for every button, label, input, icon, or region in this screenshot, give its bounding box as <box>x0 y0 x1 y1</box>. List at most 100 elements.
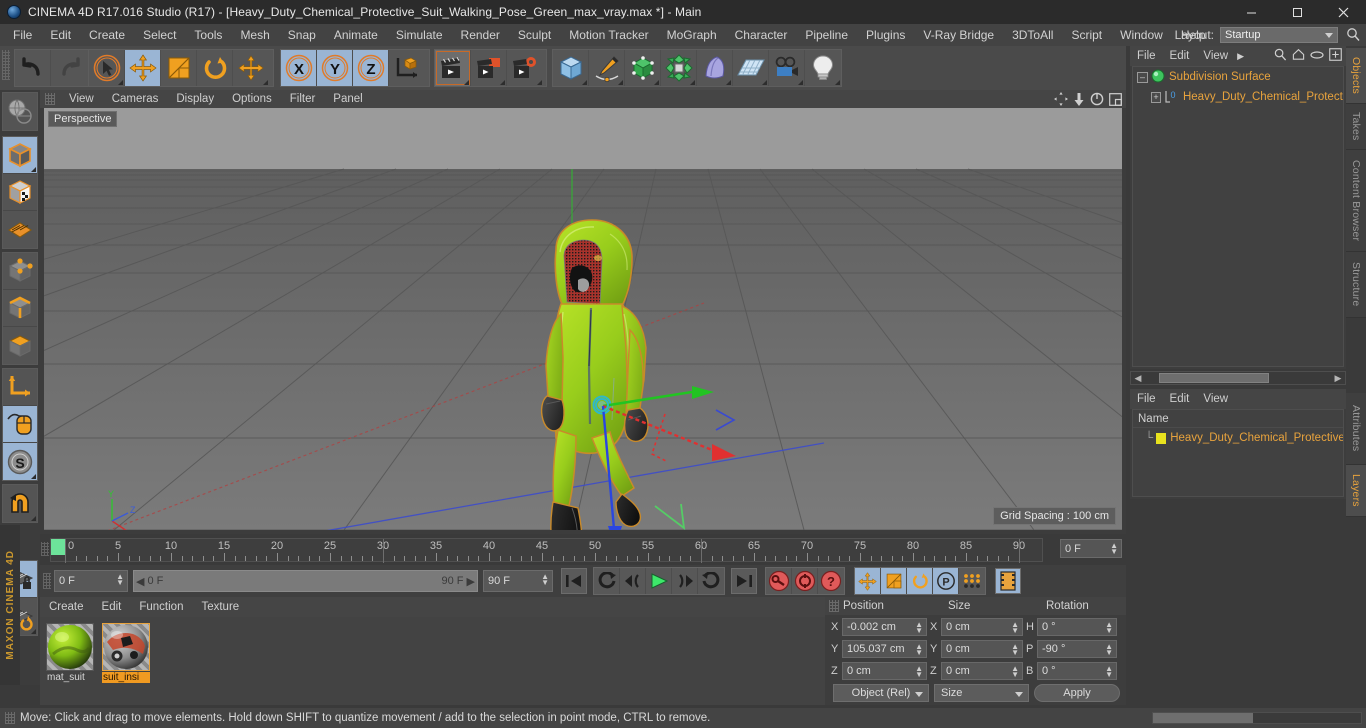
polygon-face-button[interactable] <box>3 327 37 364</box>
menu-character[interactable]: Character <box>726 24 797 46</box>
document-end-field[interactable]: 90 F ▲ ▼ <box>483 570 553 592</box>
menu-mesh[interactable]: Mesh <box>231 24 278 46</box>
point-level-animation-button[interactable] <box>959 568 985 594</box>
axis-x-button[interactable]: X <box>281 50 317 86</box>
menu-motion-tracker[interactable]: Motion Tracker <box>560 24 657 46</box>
object-filter-icon[interactable] <box>1310 49 1324 63</box>
move-tool-button[interactable] <box>125 50 161 86</box>
axis-modify-button[interactable] <box>3 369 37 406</box>
pan-view-icon[interactable] <box>1054 92 1068 109</box>
play-button[interactable] <box>646 568 672 594</box>
tab-attributes[interactable]: Attributes <box>1346 393 1366 465</box>
object-home-icon[interactable] <box>1292 48 1305 64</box>
spinner-icon[interactable]: ▲ ▼ <box>915 665 923 679</box>
layer-menu-edit[interactable]: Edit <box>1163 390 1197 408</box>
object-menu-edit[interactable]: Edit <box>1163 47 1197 65</box>
viewport-menu-options[interactable]: Options <box>223 90 281 108</box>
spinner-icon[interactable]: ▲ ▼ <box>1011 643 1019 657</box>
pos-x-field[interactable]: -0.002 cm ▲ ▼ <box>842 618 927 636</box>
material-item-suit-insi[interactable]: suit_insi <box>102 623 152 699</box>
size-z-field[interactable]: 0 cm ▲ ▼ <box>941 662 1023 680</box>
next-keyframe-button[interactable] <box>698 568 724 594</box>
menu-create[interactable]: Create <box>80 24 134 46</box>
spinner-icon[interactable]: ▲ ▼ <box>1105 665 1113 679</box>
menu-tools[interactable]: Tools <box>185 24 231 46</box>
maximize-view-icon[interactable] <box>1109 92 1122 109</box>
texture-axis-button[interactable] <box>3 93 37 130</box>
status-grip[interactable] <box>5 712 15 724</box>
search-icon[interactable] <box>1346 27 1361 45</box>
move-alt-button[interactable] <box>233 50 269 86</box>
material-item-mat-suit[interactable]: mat_suit <box>46 623 96 699</box>
key-parameter-button[interactable]: P <box>933 568 959 594</box>
menu-script[interactable]: Script <box>1062 24 1111 46</box>
size-y-field[interactable]: 0 cm ▲ ▼ <box>941 640 1023 658</box>
object-row-heavy-duty-suit[interactable]: + 0 Heavy_Duty_Chemical_Protective_ <box>1133 87 1343 107</box>
soft-selection-button[interactable]: S <box>3 443 37 480</box>
tab-objects[interactable]: Objects <box>1346 48 1366 104</box>
rot-p-field[interactable]: -90 ° ▲ ▼ <box>1037 640 1117 658</box>
playbar-grip[interactable] <box>43 573 51 589</box>
apply-button[interactable]: Apply <box>1034 684 1120 702</box>
spinner-icon[interactable]: ▲ ▼ <box>1105 621 1113 635</box>
key-rotation-button[interactable] <box>907 568 933 594</box>
render-region-button[interactable] <box>471 50 507 86</box>
spinner-icon[interactable]: ▲ ▼ <box>541 573 549 587</box>
minimize-button[interactable] <box>1228 0 1274 24</box>
close-button[interactable] <box>1320 0 1366 24</box>
material-menu-edit[interactable]: Edit <box>93 598 131 616</box>
polygon-mode-button[interactable] <box>3 211 37 248</box>
key-scale-button[interactable] <box>881 568 907 594</box>
tab-takes[interactable]: Takes <box>1346 104 1366 150</box>
tab-content-browser[interactable]: Content Browser <box>1346 150 1366 252</box>
coordinate-mode-dropdown[interactable]: Object (Rel) <box>833 684 929 702</box>
menu-select[interactable]: Select <box>134 24 185 46</box>
toolbar-grip[interactable] <box>2 50 10 80</box>
menu-window[interactable]: Window <box>1111 24 1172 46</box>
layer-list[interactable]: Name └ Heavy_Duty_Chemical_Protective_S <box>1132 409 1344 497</box>
render-view-button[interactable] <box>435 50 471 86</box>
spinner-icon[interactable]: ▲ ▼ <box>1011 621 1019 635</box>
menu-animate[interactable]: Animate <box>325 24 387 46</box>
go-to-end-button[interactable] <box>731 568 757 594</box>
range-right-arrow-icon[interactable]: ▶ <box>467 575 475 588</box>
go-to-start-button[interactable] <box>561 568 587 594</box>
object-search-icon[interactable] <box>1274 48 1287 64</box>
range-left-arrow-icon[interactable]: ◀ <box>136 575 144 588</box>
coordinates-grip[interactable] <box>829 600 839 612</box>
keyframe-selection-button[interactable]: ? <box>818 568 844 594</box>
previous-keyframe-button[interactable] <box>594 568 620 594</box>
material-menu-create[interactable]: Create <box>40 598 93 616</box>
material-menu-texture[interactable]: Texture <box>192 598 248 616</box>
light-button[interactable] <box>805 50 841 86</box>
rot-b-field[interactable]: 0 ° ▲ ▼ <box>1037 662 1117 680</box>
viewport-grip[interactable] <box>45 93 55 105</box>
timeline-ruler[interactable]: 051015202530354045505560657075808590 <box>50 538 1043 563</box>
layer-color-swatch[interactable] <box>1156 432 1167 444</box>
size-mode-dropdown[interactable]: Size <box>934 684 1029 702</box>
scale-tool-button[interactable] <box>161 50 197 86</box>
deformer-button[interactable] <box>661 50 697 86</box>
snap-magnet-button[interactable] <box>3 485 37 522</box>
scroll-right-arrow-icon[interactable]: ▶ <box>1331 373 1345 384</box>
object-manager-hscrollbar[interactable]: ◀ ▶ <box>1130 371 1346 385</box>
viewport-menu-cameras[interactable]: Cameras <box>103 90 168 108</box>
environment-button[interactable] <box>733 50 769 86</box>
object-add-layout-icon[interactable] <box>1329 48 1342 64</box>
menu-file[interactable]: File <box>4 24 41 46</box>
timeline-toggle-button[interactable] <box>995 568 1021 594</box>
enable-axis-button[interactable] <box>3 406 37 443</box>
object-menu-view[interactable]: View <box>1196 47 1235 65</box>
tab-structure[interactable]: Structure <box>1346 252 1366 318</box>
dolly-view-icon[interactable] <box>1073 92 1085 109</box>
layer-menu-view[interactable]: View <box>1196 390 1235 408</box>
viewport-menu-display[interactable]: Display <box>167 90 223 108</box>
scene-object-button[interactable] <box>697 50 733 86</box>
rot-h-field[interactable]: 0 ° ▲ ▼ <box>1037 618 1117 636</box>
record-keyframe-button[interactable] <box>766 568 792 594</box>
model-mode-button[interactable] <box>3 137 37 174</box>
camera-button[interactable] <box>769 50 805 86</box>
collapse-icon[interactable]: ‒ <box>1137 71 1148 83</box>
key-position-button[interactable] <box>855 568 881 594</box>
menu-vray-bridge[interactable]: V-Ray Bridge <box>914 24 1003 46</box>
